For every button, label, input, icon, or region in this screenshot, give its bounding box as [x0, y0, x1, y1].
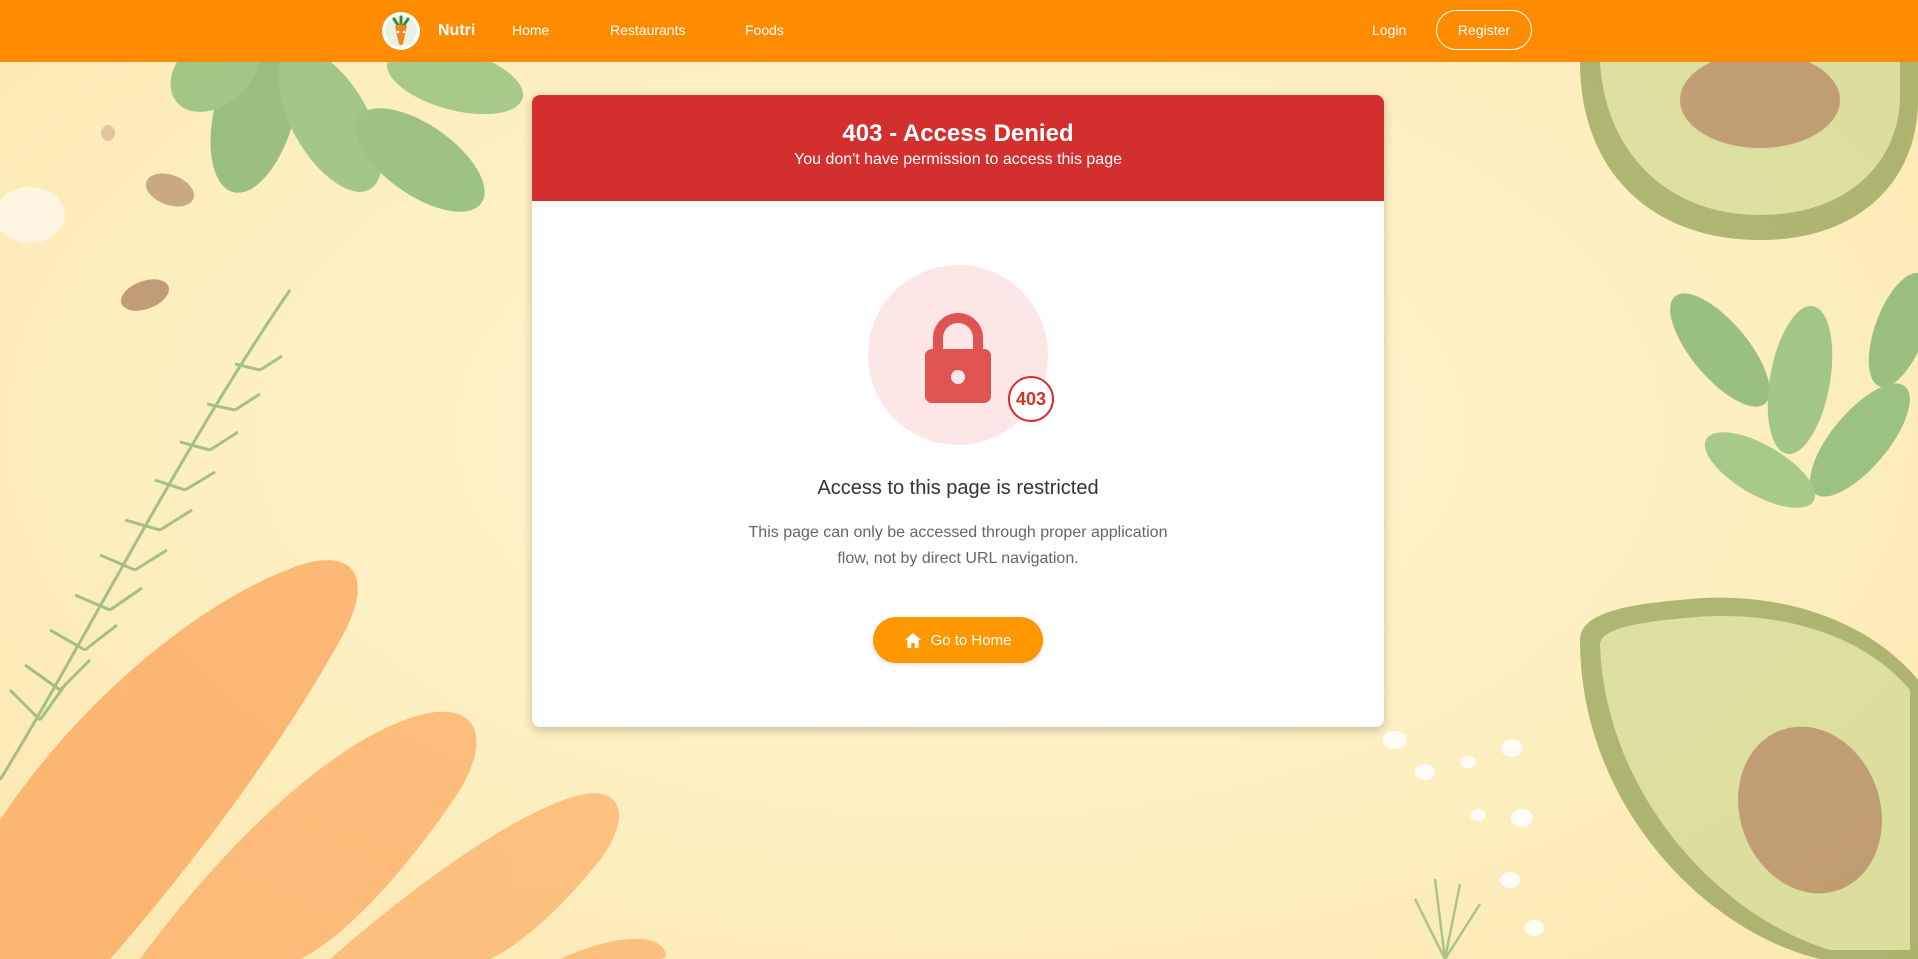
go-home-label: Go to Home [930, 631, 1012, 649]
restricted-message: This page can only be accessed through p… [748, 524, 1168, 567]
lock-icon [925, 313, 991, 403]
access-denied-card: 403 - Access Denied You don't have permi… [532, 95, 1384, 727]
go-home-button[interactable]: Go to Home [873, 617, 1043, 663]
nav-link-restaurants[interactable]: Restaurants [610, 22, 685, 38]
error-code-badge: 403 [1008, 376, 1054, 422]
register-button[interactable]: Register [1436, 10, 1532, 50]
home-icon [904, 632, 921, 648]
card-header: 403 - Access Denied You don't have permi… [532, 95, 1384, 201]
navbar: Nutri Home Restaurants Foods Login Regis… [0, 0, 1918, 62]
carrot-logo-icon [382, 12, 420, 50]
login-link[interactable]: Login [1372, 22, 1406, 38]
nav-link-home[interactable]: Home [512, 22, 549, 38]
lock-illustration: 403 [868, 265, 1054, 445]
error-title: 403 - Access Denied [842, 120, 1074, 147]
brand[interactable]: Nutri [382, 11, 475, 51]
restricted-heading: Access to this page is restricted [817, 477, 1099, 499]
brand-name: Nutri [438, 22, 476, 39]
nav-link-foods[interactable]: Foods [745, 22, 784, 38]
error-subtitle: You don't have permission to access this… [794, 151, 1122, 168]
